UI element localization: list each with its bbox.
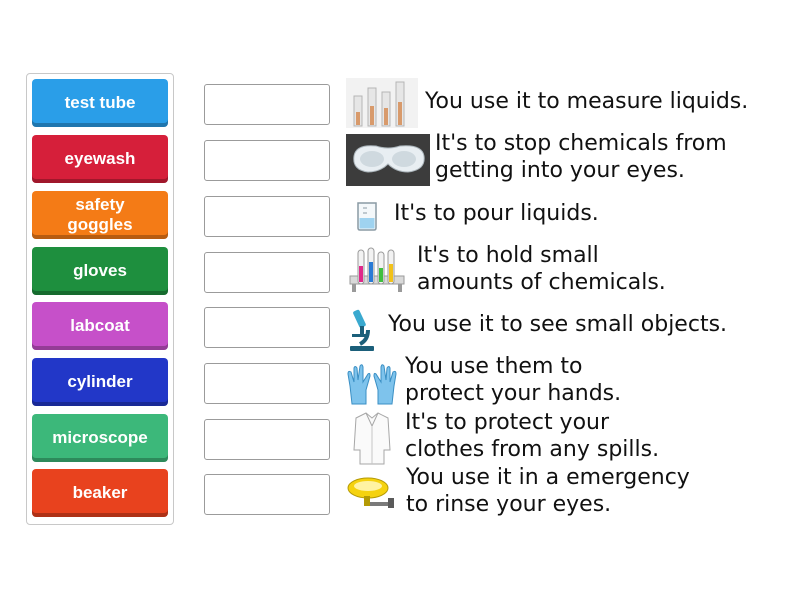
tile-eyewash[interactable]: eyewash xyxy=(32,135,168,183)
beaker-icon xyxy=(355,200,379,232)
description-line: You use them to xyxy=(405,354,583,379)
description-6: You use them to protect your hands. xyxy=(405,353,621,407)
eyewash-station-icon xyxy=(346,472,398,512)
description-2: It's to stop chemicals from getting into… xyxy=(435,130,727,184)
description-line: You use it to see small objects. xyxy=(388,312,728,337)
tile-label: microscope xyxy=(52,428,148,447)
description-line: You use it to measure liquids. xyxy=(425,89,749,114)
description-line: getting into your eyes. xyxy=(435,158,685,183)
description-line: It's to hold small xyxy=(417,243,599,268)
description-line: It's to protect your xyxy=(405,410,610,435)
drop-slot-2[interactable] xyxy=(204,140,330,181)
drop-slot-1[interactable] xyxy=(204,84,330,125)
tile-label: gloves xyxy=(73,261,127,280)
description-5: You use it to see small objects. xyxy=(388,311,727,338)
tile-label: eyewash xyxy=(64,149,136,168)
description-7: It's to protect your clothes from any sp… xyxy=(405,409,659,463)
tile-labcoat[interactable]: labcoat xyxy=(32,302,168,350)
tile-label: labcoat xyxy=(70,316,130,335)
description-line: It's to pour liquids. xyxy=(394,201,599,226)
tile-test-tube[interactable]: test tube xyxy=(32,79,168,127)
tile-cylinder[interactable]: cylinder xyxy=(32,358,168,406)
drop-slot-5[interactable] xyxy=(204,307,330,348)
description-line: clothes from any spills. xyxy=(405,437,660,462)
tile-beaker[interactable]: beaker xyxy=(32,469,168,517)
labcoat-icon xyxy=(352,410,392,466)
drop-slot-7[interactable] xyxy=(204,419,330,460)
tile-microscope[interactable]: microscope xyxy=(32,414,168,462)
tile-safety-goggles[interactable]: safety goggles xyxy=(32,191,168,239)
tile-gloves[interactable]: gloves xyxy=(32,247,168,295)
tile-label: beaker xyxy=(72,483,128,502)
drop-slot-3[interactable] xyxy=(204,196,330,237)
description-4: It's to hold small amounts of chemicals. xyxy=(417,242,666,296)
description-1: You use it to measure liquids. xyxy=(425,88,748,115)
description-3: It's to pour liquids. xyxy=(394,200,599,227)
gloves-icon xyxy=(346,360,398,408)
microscope-icon xyxy=(346,306,378,352)
description-line: You use it in a emergency xyxy=(406,465,690,490)
graduated-cylinder-icon xyxy=(346,78,418,128)
description-line: amounts of chemicals. xyxy=(417,270,666,295)
test-tube-rack-icon xyxy=(346,244,408,294)
tile-label: safety goggles xyxy=(67,195,133,234)
drop-slot-6[interactable] xyxy=(204,363,330,404)
tile-label: cylinder xyxy=(67,372,133,391)
description-line: to rinse your eyes. xyxy=(406,492,612,517)
description-line: It's to stop chemicals from xyxy=(435,131,727,156)
drop-slot-4[interactable] xyxy=(204,252,330,293)
description-line: protect your hands. xyxy=(405,381,622,406)
drop-slot-8[interactable] xyxy=(204,474,330,515)
description-8: You use it in a emergency to rinse your … xyxy=(406,464,690,518)
safety-goggles-icon xyxy=(346,134,430,186)
tile-label: test tube xyxy=(64,93,136,112)
